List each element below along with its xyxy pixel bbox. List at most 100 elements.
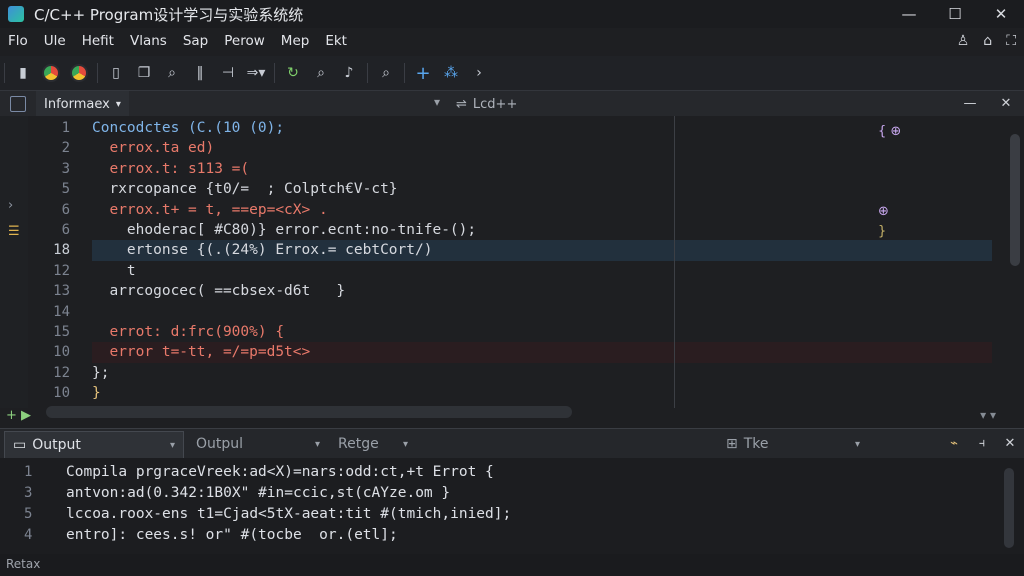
code-line[interactable]: ehoderac[ #C80)} error.ecnt:no-tnife-(); bbox=[92, 220, 992, 240]
code-line[interactable]: } bbox=[92, 383, 992, 403]
pin-icon[interactable]: ⌁ bbox=[940, 429, 968, 459]
title-bar: C/C++ Program设计学习与实验系统统 — ☐ ✕ bbox=[0, 0, 1024, 28]
output-line[interactable]: antvon:ad(0.342:1B0X" #in=ccic,st(cAYze.… bbox=[66, 483, 511, 504]
chevron-down-icon: ▾ bbox=[115, 98, 121, 110]
tab-lcd[interactable]: ⇌ Lcd++ bbox=[456, 91, 517, 117]
code-line[interactable] bbox=[92, 302, 992, 322]
maximize-icon[interactable]: ☐ bbox=[932, 0, 978, 28]
toolbar: ▮ ▯ ❐ ⌕ ‖ ⊣ ⇒▾ ↻ ⌕ ♪ ⌕ + ⁂ › bbox=[0, 56, 1024, 90]
cursor-icon[interactable]: ⊣ bbox=[214, 59, 242, 87]
tab-retge[interactable]: Retge ▾ bbox=[330, 431, 416, 457]
menu-item-8[interactable]: Ekt bbox=[317, 33, 355, 49]
line-number: 5 bbox=[61, 181, 70, 198]
toolbar-separator bbox=[367, 63, 368, 83]
search-icon[interactable]: ⌕ bbox=[158, 59, 186, 87]
terminal-icon: ⊞ bbox=[726, 436, 738, 452]
fullscreen-icon[interactable]: ⛶ bbox=[1006, 33, 1016, 49]
minimap-mark: ⊕ bbox=[878, 204, 889, 219]
minimize-panel-icon[interactable]: — bbox=[952, 91, 988, 117]
forward-dropdown-icon[interactable]: ⇒▾ bbox=[242, 59, 270, 87]
menu-item-6[interactable]: Perow bbox=[216, 33, 273, 49]
menu-item-2[interactable]: Ule bbox=[36, 33, 74, 49]
menu-item-3[interactable]: Hefit bbox=[74, 33, 122, 49]
output-lines[interactable]: Compila prgraceVreek:ad<X)=nars:odd:ct,+… bbox=[66, 462, 511, 546]
line-number: 5 bbox=[24, 506, 33, 522]
bell-icon[interactable]: ♪ bbox=[335, 59, 363, 87]
toolbar-separator bbox=[4, 63, 5, 83]
close-icon[interactable]: ✕ bbox=[978, 0, 1024, 28]
chevron-down-icon: ▾ bbox=[854, 438, 860, 450]
code-line[interactable]: }; bbox=[92, 363, 992, 383]
status-bar: Retax bbox=[0, 554, 1024, 576]
document-icon[interactable]: ▯ bbox=[102, 59, 130, 87]
home-icon[interactable]: ⌂ bbox=[983, 33, 992, 49]
more-chevron-icon[interactable]: › bbox=[465, 59, 493, 87]
code-line-current[interactable]: ertonse {(.(24%) Errox.= cebtCort/) bbox=[92, 240, 992, 261]
editor-horizontal-scrollbar[interactable] bbox=[46, 406, 572, 418]
tab-dropdown-icon[interactable]: ▾ bbox=[434, 95, 440, 109]
menu-item-4[interactable]: Vlans bbox=[122, 33, 175, 49]
user-icon[interactable]: ♙ bbox=[957, 33, 970, 49]
menu-item-5[interactable]: Sap bbox=[175, 33, 216, 49]
output-line[interactable]: lccoa.roox-ens t1=Cjad<5tX-aeat:tit #(tm… bbox=[66, 504, 511, 525]
tab-output[interactable]: ▭ Output ▾ bbox=[4, 431, 184, 459]
close-panel-icon[interactable]: ✕ bbox=[988, 91, 1024, 117]
add-icon[interactable]: + bbox=[409, 59, 437, 87]
app-logo-icon bbox=[8, 6, 24, 22]
minimap[interactable]: { ⊕ ⊕ } bbox=[878, 122, 902, 242]
menu-item-7[interactable]: Mep bbox=[273, 33, 318, 49]
code-line[interactable]: rxrcopance {t0/= ; Colptch€V-ct} bbox=[92, 179, 992, 199]
code-line[interactable]: errox.ta ed) bbox=[92, 138, 992, 158]
bars-icon[interactable]: ‖ bbox=[186, 59, 214, 87]
menu-right-tools: ♙ ⌂ ⛶ bbox=[957, 28, 1016, 54]
column-guide bbox=[674, 116, 675, 408]
chevron-down-icon: ▾ bbox=[169, 439, 175, 451]
split-icon[interactable]: ⫞ bbox=[968, 429, 996, 459]
activity-bar: › ☰ bbox=[0, 116, 28, 408]
line-number: 12 bbox=[53, 364, 70, 381]
copy-icon[interactable]: ❐ bbox=[130, 59, 158, 87]
output-panel[interactable]: 1 3 5 4 Compila prgraceVreek:ad<X)=nars:… bbox=[0, 458, 1024, 554]
refresh-icon[interactable]: ↻ bbox=[279, 59, 307, 87]
code-line[interactable]: t bbox=[92, 261, 992, 281]
code-line-error[interactable]: error t=-tt, =/=p=d5t<> bbox=[92, 342, 992, 363]
group-icon[interactable]: ⁂ bbox=[437, 59, 465, 87]
editor-vertical-scrollbar[interactable] bbox=[1010, 134, 1020, 266]
output-line[interactable]: Compila prgraceVreek:ad<X)=nars:odd:ct,+… bbox=[66, 462, 511, 483]
tab-tke[interactable]: ⊞ Tke ▾ bbox=[718, 431, 868, 457]
menu-bar: Flo Ule Hefit Vlans Sap Perow Mep Ekt ♙ … bbox=[0, 28, 1024, 54]
code-line[interactable]: errot: d:frc(900%) { bbox=[92, 322, 992, 342]
close-panel-icon[interactable]: ✕ bbox=[996, 429, 1024, 459]
tab-informaex[interactable]: Informaex ▾ bbox=[36, 91, 129, 117]
line-number: 10 bbox=[53, 344, 70, 361]
status-text: Retax bbox=[6, 557, 41, 571]
code-line[interactable]: Concodctes (C.(10 (0); bbox=[92, 118, 992, 138]
panel-controls: ⌁ ⫞ ✕ bbox=[940, 429, 1024, 459]
code-line[interactable]: errox.t+ = t, ==ep=<cX> . bbox=[92, 200, 992, 220]
line-number: 1 bbox=[61, 120, 70, 136]
code-line[interactable]: arrcogocec( ==cbsex-d6t } bbox=[92, 281, 992, 301]
chevron-right-icon[interactable]: › bbox=[8, 198, 13, 213]
browser-alt-icon[interactable] bbox=[65, 59, 93, 87]
run-icon[interactable]: + ▶ bbox=[6, 408, 31, 423]
output-icon: ▭ bbox=[13, 437, 27, 453]
line-number: 12 bbox=[53, 262, 70, 279]
panel-toggle-icon[interactable] bbox=[10, 96, 26, 112]
find-icon[interactable]: ⌕ bbox=[372, 59, 400, 87]
zoom-icon[interactable]: ⌕ bbox=[307, 59, 335, 87]
browser-icon[interactable] bbox=[37, 59, 65, 87]
scroll-arrows-icon[interactable]: ▾ ▾ bbox=[980, 408, 996, 422]
output-line[interactable]: entro]: cees.s! or" #(tocbe or.(etl]; bbox=[66, 525, 511, 546]
code-editor[interactable]: 1 2 3 5 6 6 18 12 13 14 15 10 12 10 Conc… bbox=[28, 116, 1024, 408]
line-number-gutter: 1 2 3 5 6 6 18 12 13 14 15 10 12 10 bbox=[28, 118, 76, 403]
menu-item-1[interactable]: Flo bbox=[0, 33, 36, 49]
code-line[interactable]: errox.t: s113 =( bbox=[92, 159, 992, 179]
output-vertical-scrollbar[interactable] bbox=[1004, 468, 1014, 548]
minimize-icon[interactable]: — bbox=[886, 0, 932, 28]
tab-outpul[interactable]: Outpul ▾ bbox=[188, 431, 328, 457]
code-lines[interactable]: Concodctes (C.(10 (0); errox.ta ed) erro… bbox=[92, 118, 992, 403]
window-title: C/C++ Program设计学习与实验系统统 bbox=[34, 5, 304, 24]
list-icon[interactable]: ☰ bbox=[8, 224, 20, 239]
tab-label: Retge bbox=[338, 436, 379, 452]
new-file-icon[interactable]: ▮ bbox=[9, 59, 37, 87]
